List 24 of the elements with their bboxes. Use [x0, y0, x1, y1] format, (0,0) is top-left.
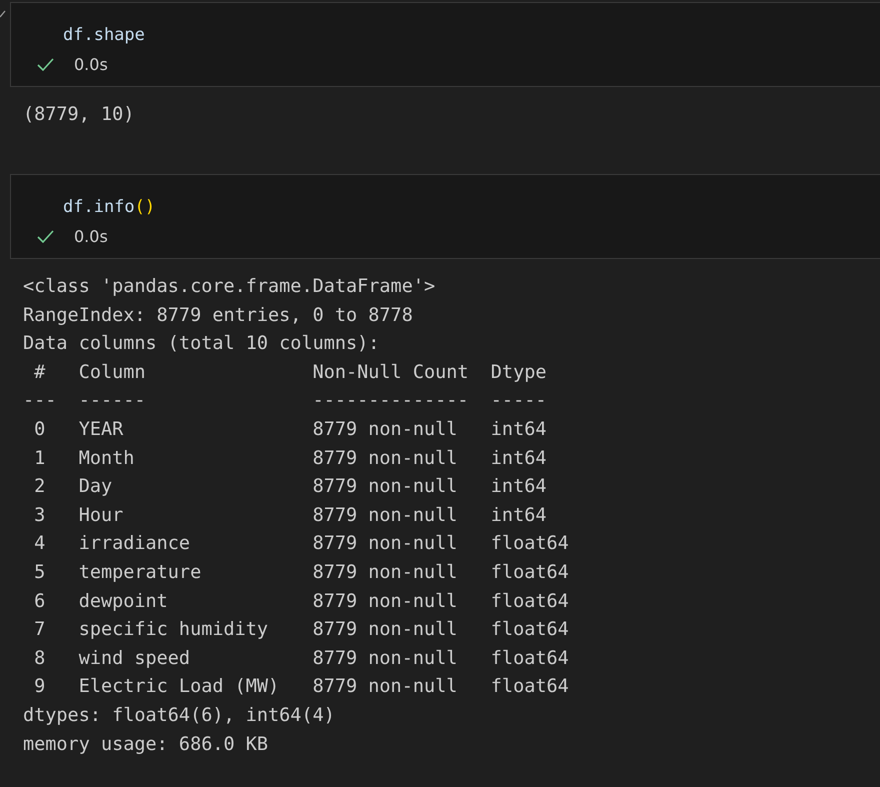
- output-line: 5 temperature 8779 non-null float64: [33, 560, 569, 585]
- code-line: df.shape: [63, 24, 145, 47]
- output-line: Data columns (total 10 columns):: [23, 332, 380, 356]
- output-line: # Column Non-Null Count Dtype: [33, 360, 548, 385]
- output-line: 1 Month 8779 non-null int64: [33, 446, 548, 471]
- code-cell[interactable]: df.info() 0.0s: [10, 174, 880, 259]
- execution-time: 0.0s: [74, 55, 108, 74]
- output-line: (8779, 10): [23, 103, 134, 127]
- output-line: memory usage: 686.0 KB: [23, 732, 268, 756]
- output-line: 3 Hour 8779 non-null int64: [33, 504, 548, 528]
- output-line: 0 YEAR 8779 non-null int64: [33, 418, 548, 442]
- output-line: 8 wind speed 8779 non-null float64: [33, 646, 569, 671]
- execution-time: 0.0s: [74, 227, 108, 246]
- output-line: RangeIndex: 8779 entries, 0 to 8778: [23, 304, 413, 328]
- output-line: dtypes: float64(6), int64(4): [23, 704, 335, 728]
- output-line: 7 specific humidity 8779 non-null float64: [33, 618, 569, 642]
- code-cell[interactable]: df.shape 0.0s: [10, 2, 880, 87]
- output-line: 6 dewpoint 8779 non-null float64: [33, 590, 569, 614]
- output-line: 2 Day 8779 non-null int64: [33, 475, 548, 500]
- output-line: <class 'pandas.core.frame.DataFrame'>: [23, 275, 436, 299]
- output-line: 4 irradiance 8779 non-null float64: [33, 532, 569, 556]
- output-line: --- ------ -------------- -----: [23, 389, 548, 414]
- code-line: df.info(): [63, 196, 156, 219]
- output-line: 9 Electric Load (MW) 8779 non-null float64: [33, 675, 569, 700]
